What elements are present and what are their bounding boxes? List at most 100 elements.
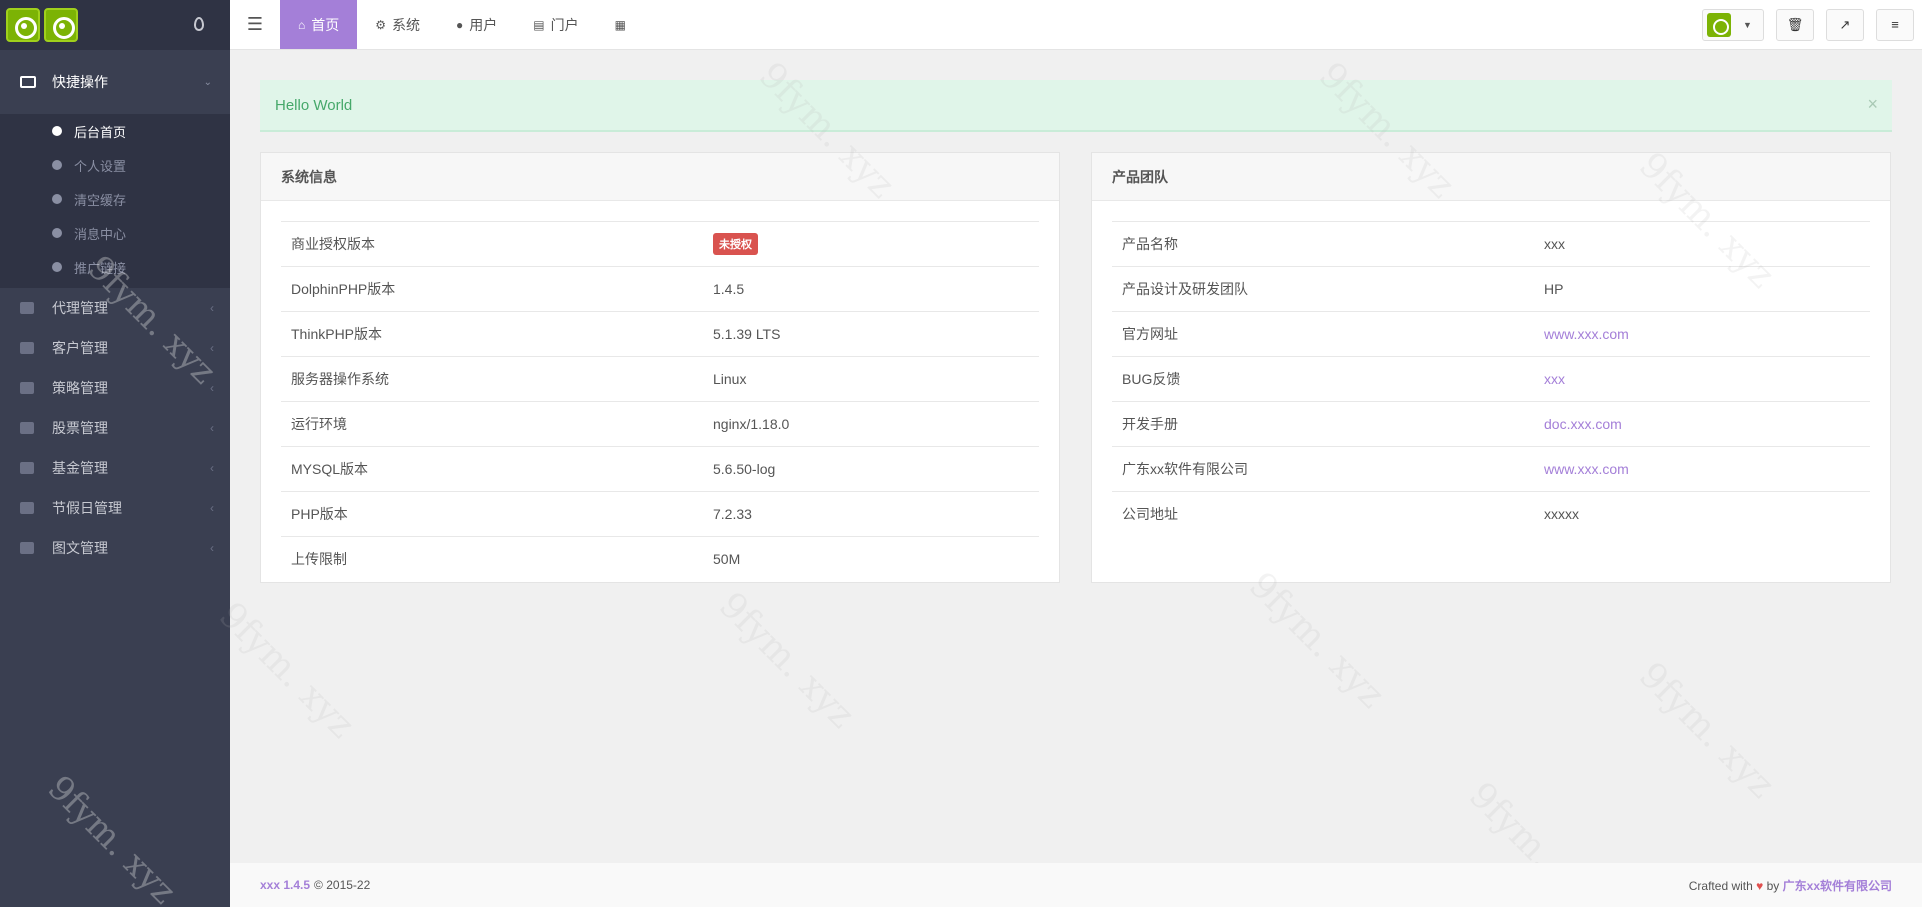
table-key: 商业授权版本 (281, 221, 703, 267)
product-team-table: 产品名称 xxx 产品设计及研发团队 HP 官方网址 www.xxx.com B… (1112, 221, 1870, 537)
table-value: xxxxx (1544, 506, 1579, 523)
sidebar-item-label: 后台首页 (74, 124, 127, 140)
sidebar-item-label: 节假日管理 (52, 500, 122, 516)
table-value: 1.4.5 (703, 266, 1039, 312)
table-row: 服务器操作系统 Linux (281, 356, 1039, 402)
chevron-left-icon: ‹ (210, 501, 214, 515)
product-team-panel: 产品团队 产品名称 xxx 产品设计及研发团队 HP 官方网址 www.xxx.… (1091, 152, 1891, 583)
table-row: 产品名称 xxx (1112, 221, 1870, 267)
settings-panel-button[interactable]: ≡ (1876, 8, 1914, 41)
tab-portal[interactable]: ▤ 门户 (515, 0, 596, 49)
sidebar-item-label: 消息中心 (74, 226, 127, 242)
tab-system[interactable]: ⚙ 系统 (357, 0, 438, 49)
caret-down-icon: ▼ (1743, 19, 1752, 30)
footer-company-link[interactable]: 广东xx软件有限公司 (1783, 879, 1892, 893)
sidebar-item-label: 客户管理 (52, 340, 108, 356)
table-key: 服务器操作系统 (281, 356, 703, 402)
table-key: 官方网址 (1112, 311, 1534, 357)
panel-title: 系统信息 (261, 153, 1059, 201)
sidebar-item-label: 个人设置 (74, 158, 127, 174)
table-value: nginx/1.18.0 (703, 401, 1039, 447)
table-value: 7.2.33 (703, 491, 1039, 537)
alert-text: Hello World (275, 96, 353, 114)
clear-cache-button[interactable]: 🗑 (1776, 8, 1814, 41)
table-key: 上传限制 (291, 551, 347, 568)
table-key: 产品设计及研发团队 (1112, 266, 1534, 312)
sliders-icon: ≡ (1891, 17, 1899, 32)
trash-icon (52, 194, 62, 204)
table-key: MYSQL版本 (281, 446, 703, 492)
sidebar-item-articles[interactable]: 图文管理 ‹ (0, 528, 230, 568)
system-info-table: 商业授权版本 未授权 DolphinPHP版本 1.4.5 ThinkPHP版本… (281, 221, 1039, 582)
sidebar-item-stocks[interactable]: 股票管理 ‹ (0, 408, 230, 448)
company-link[interactable]: www.xxx.com (1544, 461, 1629, 477)
home-icon: ⌂ (298, 17, 306, 32)
tab-apps[interactable]: ▦ (597, 0, 650, 49)
chevron-left-icon: ‹ (210, 301, 214, 315)
user-icon (20, 342, 34, 354)
sidebar-item-messages[interactable]: 消息中心 (0, 216, 230, 250)
logo-icon[interactable] (44, 8, 78, 42)
comments-icon (52, 228, 62, 238)
chevron-left-icon: ‹ (210, 461, 214, 475)
tab-home[interactable]: ⌂ 首页 (280, 0, 358, 49)
sidebar-item-dashboard[interactable]: 后台首页 (0, 114, 230, 148)
table-value: 50M (713, 551, 741, 568)
nav-group-label: 快捷操作 (52, 74, 108, 90)
sidebar-item-funds[interactable]: 基金管理 ‹ (0, 448, 230, 488)
sidebar-item-label: 股票管理 (52, 420, 108, 436)
table-key: 广东xx软件有限公司 (1112, 446, 1534, 492)
hamburger-menu-icon[interactable]: ☰ (230, 0, 280, 49)
folder-open-icon (20, 76, 36, 88)
table-value: 5.6.50-log (703, 446, 1039, 492)
table-key: DolphinPHP版本 (281, 266, 703, 312)
theme-drop-icon[interactable] (194, 17, 204, 31)
table-row: 运行环境 nginx/1.18.0 (281, 401, 1039, 447)
table-value: xxx (1534, 221, 1870, 267)
bug-feedback-link[interactable]: xxx (1544, 371, 1565, 387)
user-dropdown-button[interactable]: ▼ (1702, 8, 1764, 41)
gear-icon: ⚙ (375, 17, 387, 32)
website-link[interactable]: www.xxx.com (1544, 326, 1629, 342)
sidebar-item-label: 图文管理 (52, 540, 108, 556)
table-row: 产品设计及研发团队 HP (1112, 266, 1870, 312)
sidebar: 快捷操作 ⌄ 后台首页 个人设置 清空缓存 消息中心 推广链接 代理管理 ‹ 客 (0, 0, 230, 907)
table-row: 公司地址 xxxxx (1112, 492, 1870, 537)
table-key: 公司地址 (1122, 506, 1178, 523)
footer-brand[interactable]: xxx 1.4.5 (260, 878, 310, 892)
footer-by: by (1766, 878, 1780, 893)
nav-group-quick[interactable]: 快捷操作 ⌄ (0, 50, 230, 114)
table-row: 开发手册 doc.xxx.com (1112, 401, 1870, 447)
footer-credit: Crafted with ♥ by 广东xx软件有限公司 (1689, 877, 1892, 894)
avatar (1707, 12, 1731, 37)
docs-link[interactable]: doc.xxx.com (1544, 416, 1622, 432)
tab-label: 首页 (311, 16, 340, 33)
chevron-down-icon: ⌄ (203, 76, 212, 88)
sidebar-item-holidays[interactable]: 节假日管理 ‹ (0, 488, 230, 528)
calendar-icon (20, 502, 34, 514)
open-site-button[interactable]: ↗ (1826, 8, 1864, 41)
watermark: 9fym. xyz (1630, 654, 1783, 807)
tab-label: 门户 (550, 16, 579, 33)
footer-crafted: Crafted with (1688, 878, 1753, 893)
sidebar-item-profile[interactable]: 个人设置 (0, 148, 230, 182)
table-value: 5.1.39 LTS (703, 311, 1039, 357)
panel-title: 产品团队 (1092, 153, 1890, 201)
sidebar-item-clear-cache[interactable]: 清空缓存 (0, 182, 230, 216)
list-icon (20, 382, 34, 394)
panels: 系统信息 商业授权版本 未授权 DolphinPHP版本 1.4.5 Think… (260, 152, 1892, 583)
chevron-left-icon: ‹ (210, 541, 214, 555)
grid-icon: ▦ (614, 17, 626, 32)
user-icon: ● (456, 17, 464, 32)
table-row: 官方网址 www.xxx.com (1112, 311, 1870, 357)
table-key: ThinkPHP版本 (281, 311, 703, 357)
user-icon (52, 160, 62, 170)
table-row: 商业授权版本 未授权 (281, 221, 1039, 267)
table-row: 广东xx软件有限公司 www.xxx.com (1112, 446, 1870, 492)
tab-user[interactable]: ● 用户 (438, 0, 515, 49)
tab-label: 系统 (392, 16, 421, 33)
tab-label: 用户 (469, 16, 498, 33)
close-icon[interactable]: × (1867, 94, 1878, 115)
table-value: HP (1534, 266, 1870, 312)
logo-icon[interactable] (6, 8, 40, 42)
